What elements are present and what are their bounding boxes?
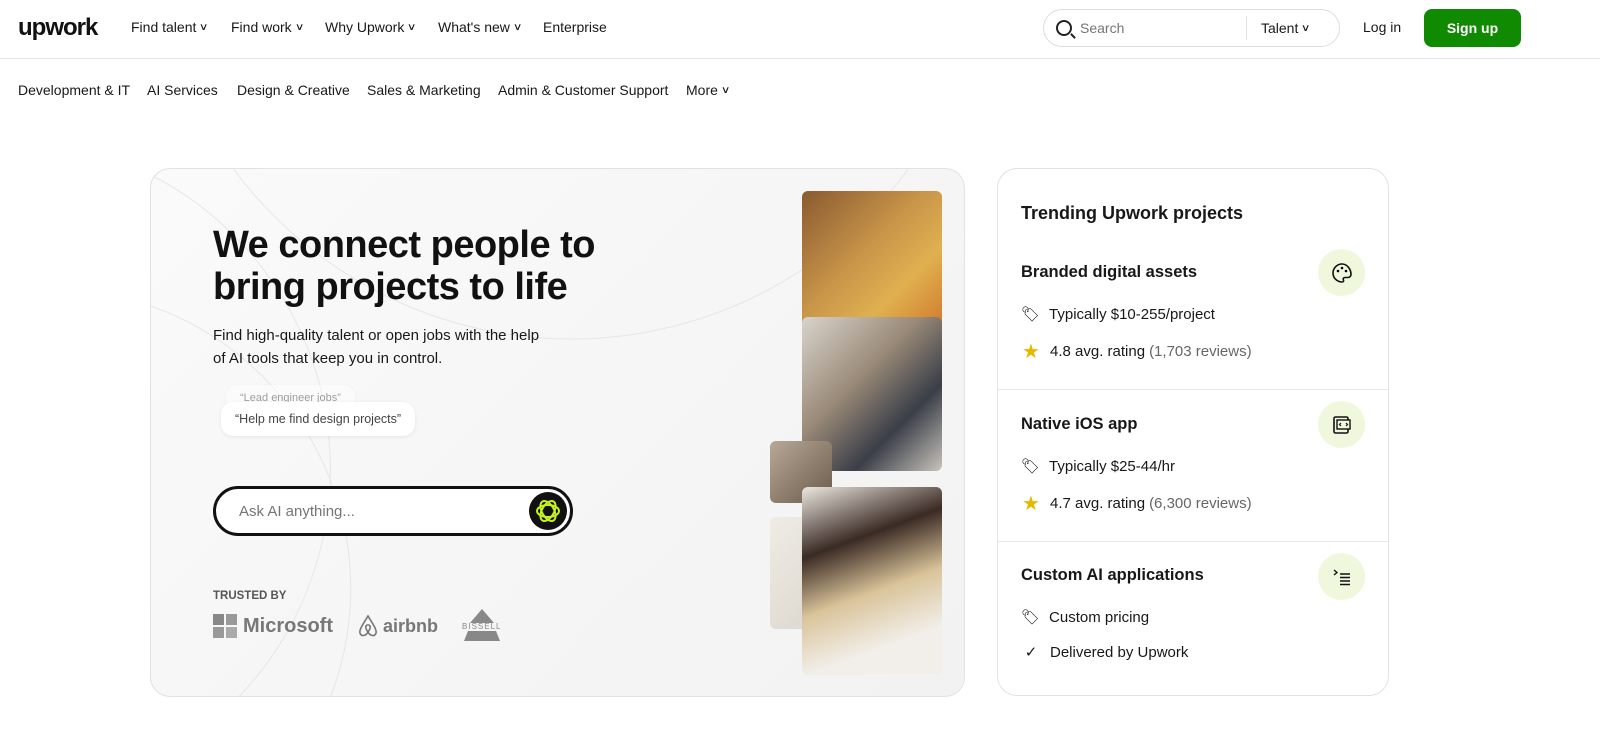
project-item[interactable]: Native iOS app 🏷 Typically $25-44/hr ★ 4.7… [998,389,1388,541]
nav-whats-new[interactable]: What's new ∨ [438,19,523,35]
price-tag-icon: 🏷 [1021,458,1041,475]
trusted-logos: Microsoft airbnb BISSELL [213,609,510,643]
signup-button[interactable]: Sign up [1424,9,1521,47]
microsoft-text: Microsoft [243,614,333,637]
airbnb-icon [359,614,377,637]
top-navigation: upwork Find talent ∨ Find work ∨ Why Upwor… [0,0,1600,59]
project-title: Native iOS app [1021,415,1138,433]
code-device-icon [1318,401,1365,448]
category-development[interactable]: Development & IT [18,82,130,98]
search-scope-dropdown[interactable]: Talent ∨ [1261,20,1311,36]
palette-icon [1318,249,1365,296]
nav-label: Enterprise [543,19,607,35]
login-link[interactable]: Log in [1363,19,1401,35]
divider [1246,16,1247,40]
microsoft-squares-icon [213,614,237,638]
chevron-down-icon: ∨ [407,21,417,33]
trending-projects-card: Trending Upwork projects Branded digital… [997,168,1389,696]
trusted-by-label: TRUSTED BY [213,590,287,602]
ai-sparkle-icon [536,500,560,522]
project-price: 🏷 Custom pricing [1021,608,1150,627]
ai-submit-button[interactable] [529,492,567,530]
project-price: 🏷 Typically $10-255/project [1021,305,1215,324]
airbnb-text: airbnb [383,615,439,636]
nav-label: What's new [438,19,510,35]
hero-card: We connect people to bring projects to l… [150,168,965,697]
project-price: 🏷 Typically $25-44/hr [1021,457,1175,476]
ask-ai-box [213,486,573,536]
freelancer-photo-woman-laptop-main [802,487,942,675]
trending-title: Trending Upwork projects [1021,203,1244,223]
nav-label: Find talent [131,19,197,35]
freelancer-photo-woman-tablet [802,191,942,331]
hero-title: We connect people to bring projects to l… [213,224,596,308]
hero-subtitle: Find high-quality talent or open jobs wi… [213,327,540,367]
bissell-text: BISSELL [462,622,502,631]
category-ai-services[interactable]: AI Services [147,82,218,98]
ask-ai-input[interactable] [239,502,509,520]
category-sales[interactable]: Sales & Marketing [367,82,481,98]
search-bar: Talent∨ [1043,9,1340,47]
price-tag-icon: 🏷 [1021,306,1041,323]
upwork-logo[interactable]: upwork [18,14,98,42]
checkmark-icon: ✓ [1024,644,1038,661]
price-tag-icon: 🏷 [1021,609,1041,626]
nav-label: Find work [231,19,292,35]
project-title: Branded digital assets [1021,263,1198,281]
chevron-down-icon: ∨ [294,21,305,33]
nav-label: Why Upwork [325,19,405,35]
project-title: Custom AI applications [1021,566,1204,584]
project-item[interactable]: Custom AI applications 🏷 Custom pricing ✓… [998,541,1388,695]
category-more[interactable]: More ∨ [686,82,731,98]
suggestion-chip[interactable]: “Help me find design projects” [221,402,416,436]
chevron-down-icon: ∨ [512,21,523,33]
nav-find-talent[interactable]: Find talent ∨ [131,19,209,35]
project-rating: ★ 4.8 avg. rating (1,703 reviews) [1021,339,1252,364]
project-delivery: ✓ Delivered by Upwork [1021,643,1189,662]
star-icon: ★ [1022,493,1040,515]
nav-why-upwork[interactable]: Why Upwork ∨ [325,19,417,35]
terminal-list-icon [1318,553,1365,600]
search-icon [1056,20,1072,36]
chevron-down-icon: ∨ [1301,22,1311,34]
price-text: Typically $10-255/project [1049,305,1215,323]
category-design[interactable]: Design & Creative [237,82,350,98]
rating-text: 4.7 avg. rating [1050,495,1146,512]
search-input[interactable] [1080,20,1240,36]
microsoft-logo: Microsoft [213,614,333,638]
reviews-count: (6,300 reviews) [1149,495,1252,512]
price-text: Custom pricing [1049,608,1150,626]
star-icon: ★ [1022,341,1040,363]
nav-enterprise[interactable]: Enterprise [543,19,607,35]
project-rating: ★ 4.7 avg. rating (6,300 reviews) [1021,491,1252,516]
more-label: More [686,82,718,98]
bissell-logo: BISSELL [462,609,510,643]
delivered-text: Delivered by Upwork [1050,643,1189,661]
chevron-down-icon: ∨ [720,84,731,96]
project-item[interactable]: Branded digital assets 🏷 Typically $10-25… [998,239,1388,389]
reviews-count: (1,703 reviews) [1149,343,1252,360]
scope-label: Talent [1261,20,1299,36]
category-admin[interactable]: Admin & Customer Support [498,82,668,98]
rating-text: 4.8 avg. rating [1050,343,1146,360]
nav-find-work[interactable]: Find work ∨ [231,19,305,35]
airbnb-logo: airbnb [357,614,438,638]
chevron-down-icon: ∨ [199,21,209,33]
price-text: Typically $25-44/hr [1049,457,1175,475]
